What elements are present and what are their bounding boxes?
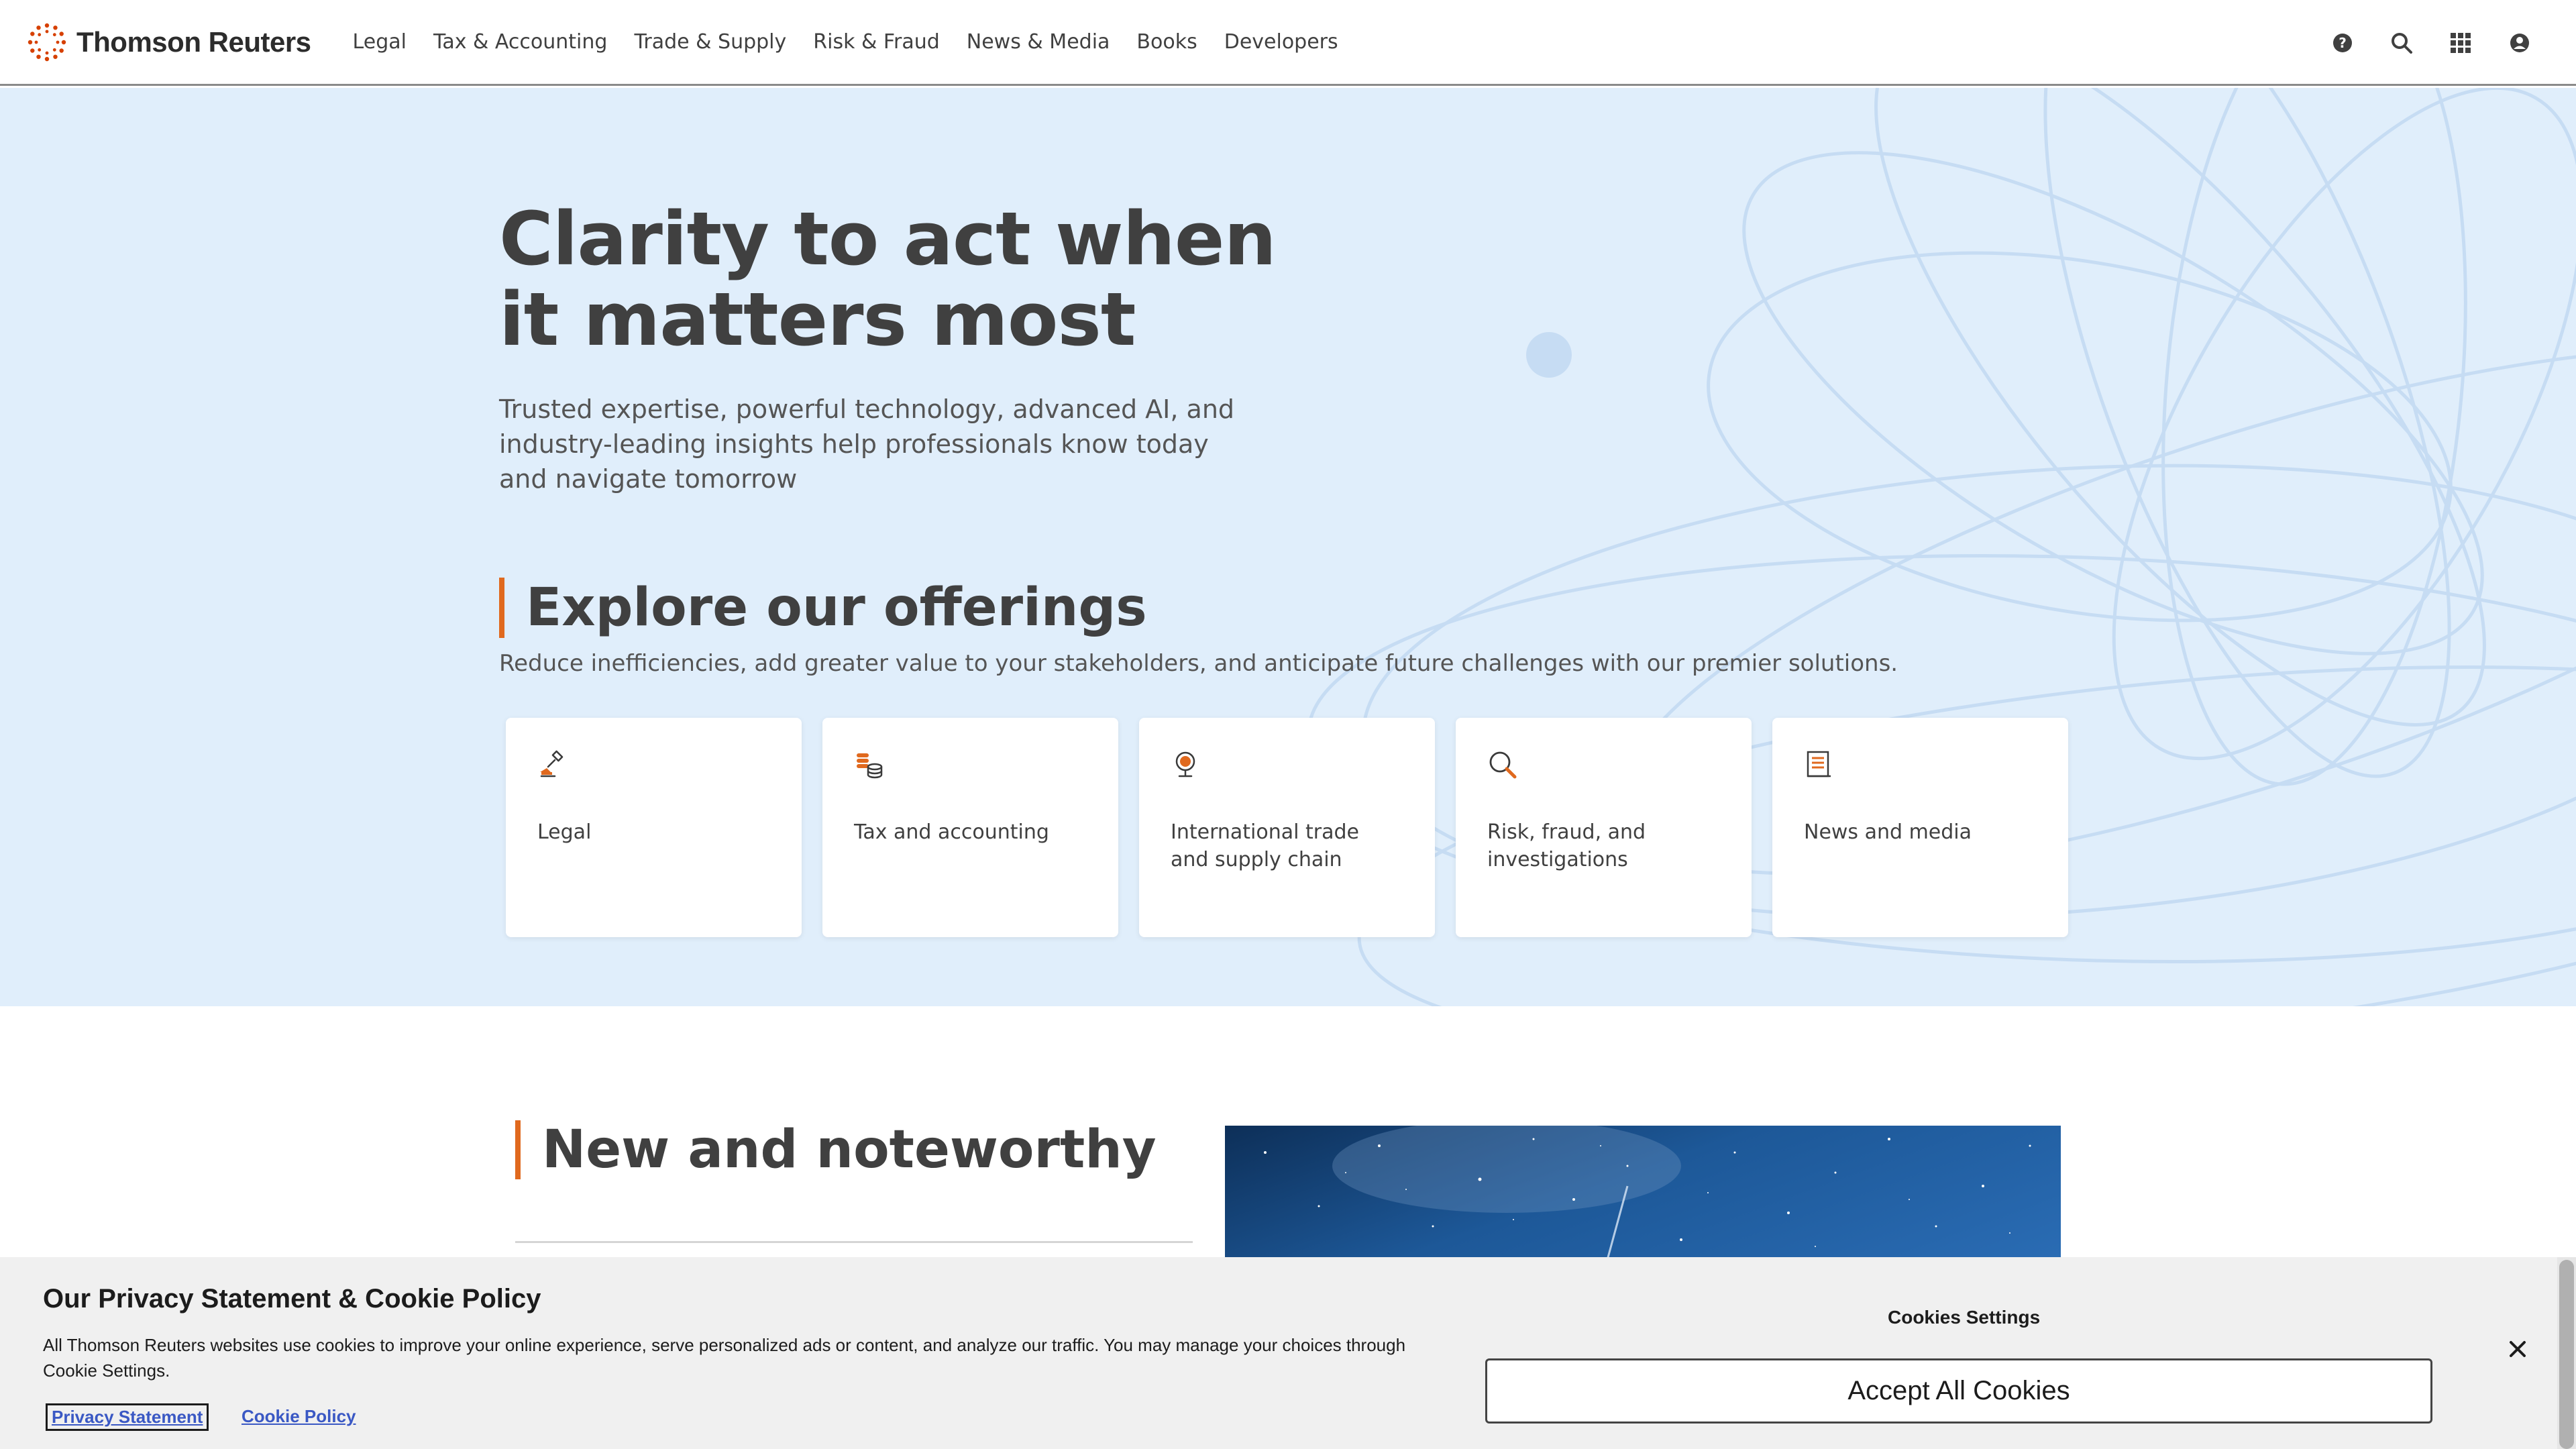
privacy-statement-link[interactable]: Privacy Statement [46,1403,209,1431]
globe-icon [1175,751,1195,777]
account-icon[interactable] [2504,27,2536,59]
accept-all-cookies-button[interactable]: Accept All Cookies [1485,1358,2432,1424]
main-nav: Legal Tax & Accounting Trade & Supply Ri… [353,30,1365,54]
offerings-title: Explore our offerings [526,578,1147,638]
nav-item-developers[interactable]: Developers [1224,30,1338,54]
scrollbar-thumb[interactable] [2559,1260,2574,1449]
hero-section: Clarity to act when it matters most Trus… [0,88,2576,1006]
brand-name: Thomson Reuters [76,25,311,58]
nav-item-tax-accounting[interactable]: Tax & Accounting [433,30,607,54]
nav-item-legal[interactable]: Legal [353,30,407,54]
divider [515,1241,1193,1243]
brand-logo[interactable]: Thomson Reuters [27,22,311,62]
cookie-banner: Our Privacy Statement & Cookie Policy Al… [0,1257,2576,1449]
offering-card-label: News and media [1804,820,1972,844]
noteworthy-heading: New and noteworthy [515,1120,1157,1180]
offering-card-trade[interactable]: International trade and supply chain [1139,718,1435,937]
newspaper-icon [1807,751,1831,777]
offering-card-label: International trade and supply chain [1171,820,1359,871]
offerings-heading: Explore our offerings [499,578,1147,638]
offering-card-label: Tax and accounting [854,820,1049,844]
offerings-subtitle: Reduce inefficiencies, add greater value… [499,650,1898,677]
offering-card-news[interactable]: News and media [1772,718,2068,937]
close-icon[interactable] [2506,1338,2529,1360]
offering-card-legal[interactable]: Legal [506,718,802,937]
accent-bar [499,578,504,638]
magnifier-icon [1489,751,1517,779]
offering-card-label: Legal [537,820,592,844]
hero-title: Clarity to act when it matters most [499,196,1277,362]
help-icon[interactable]: ? [2326,27,2359,59]
cookie-policy-link[interactable]: Cookie Policy [241,1406,356,1427]
nav-item-trade-supply[interactable]: Trade & Supply [634,30,786,54]
apps-grid-icon[interactable] [2445,27,2477,59]
svg-text:?: ? [2339,35,2347,51]
nav-item-risk-fraud[interactable]: Risk & Fraud [813,30,940,54]
thomson-reuters-logo-icon [28,23,66,61]
cookie-text: All Thomson Reuters websites use cookies… [43,1335,1406,1381]
nav-item-news-media[interactable]: News & Media [967,30,1110,54]
site-header: Thomson Reuters Legal Tax & Accounting T… [0,0,2576,86]
accent-bar [515,1120,521,1179]
cookie-title: Our Privacy Statement & Cookie Policy [43,1284,541,1313]
offering-card-label: Risk, fraud, and investigations [1487,820,1646,871]
offerings-cards: Legal Tax and accounting International t… [506,718,2089,937]
starfield-graphic [1264,1126,2031,1260]
gavel-icon [540,750,564,777]
offering-card-risk[interactable]: Risk, fraud, and investigations [1456,718,1752,937]
header-actions: ? [2300,27,2536,59]
nav-item-books[interactable]: Books [1136,30,1197,54]
hero-subtitle: Trusted expertise, powerful technology, … [499,394,1235,494]
search-icon[interactable] [2385,27,2418,59]
offering-card-tax[interactable]: Tax and accounting [822,718,1118,937]
night-sky-image[interactable] [1225,1126,2061,1260]
cookie-settings-button[interactable]: Cookies Settings [1888,1307,2040,1328]
coins-icon [857,753,883,779]
noteworthy-title: New and noteworthy [542,1120,1157,1180]
